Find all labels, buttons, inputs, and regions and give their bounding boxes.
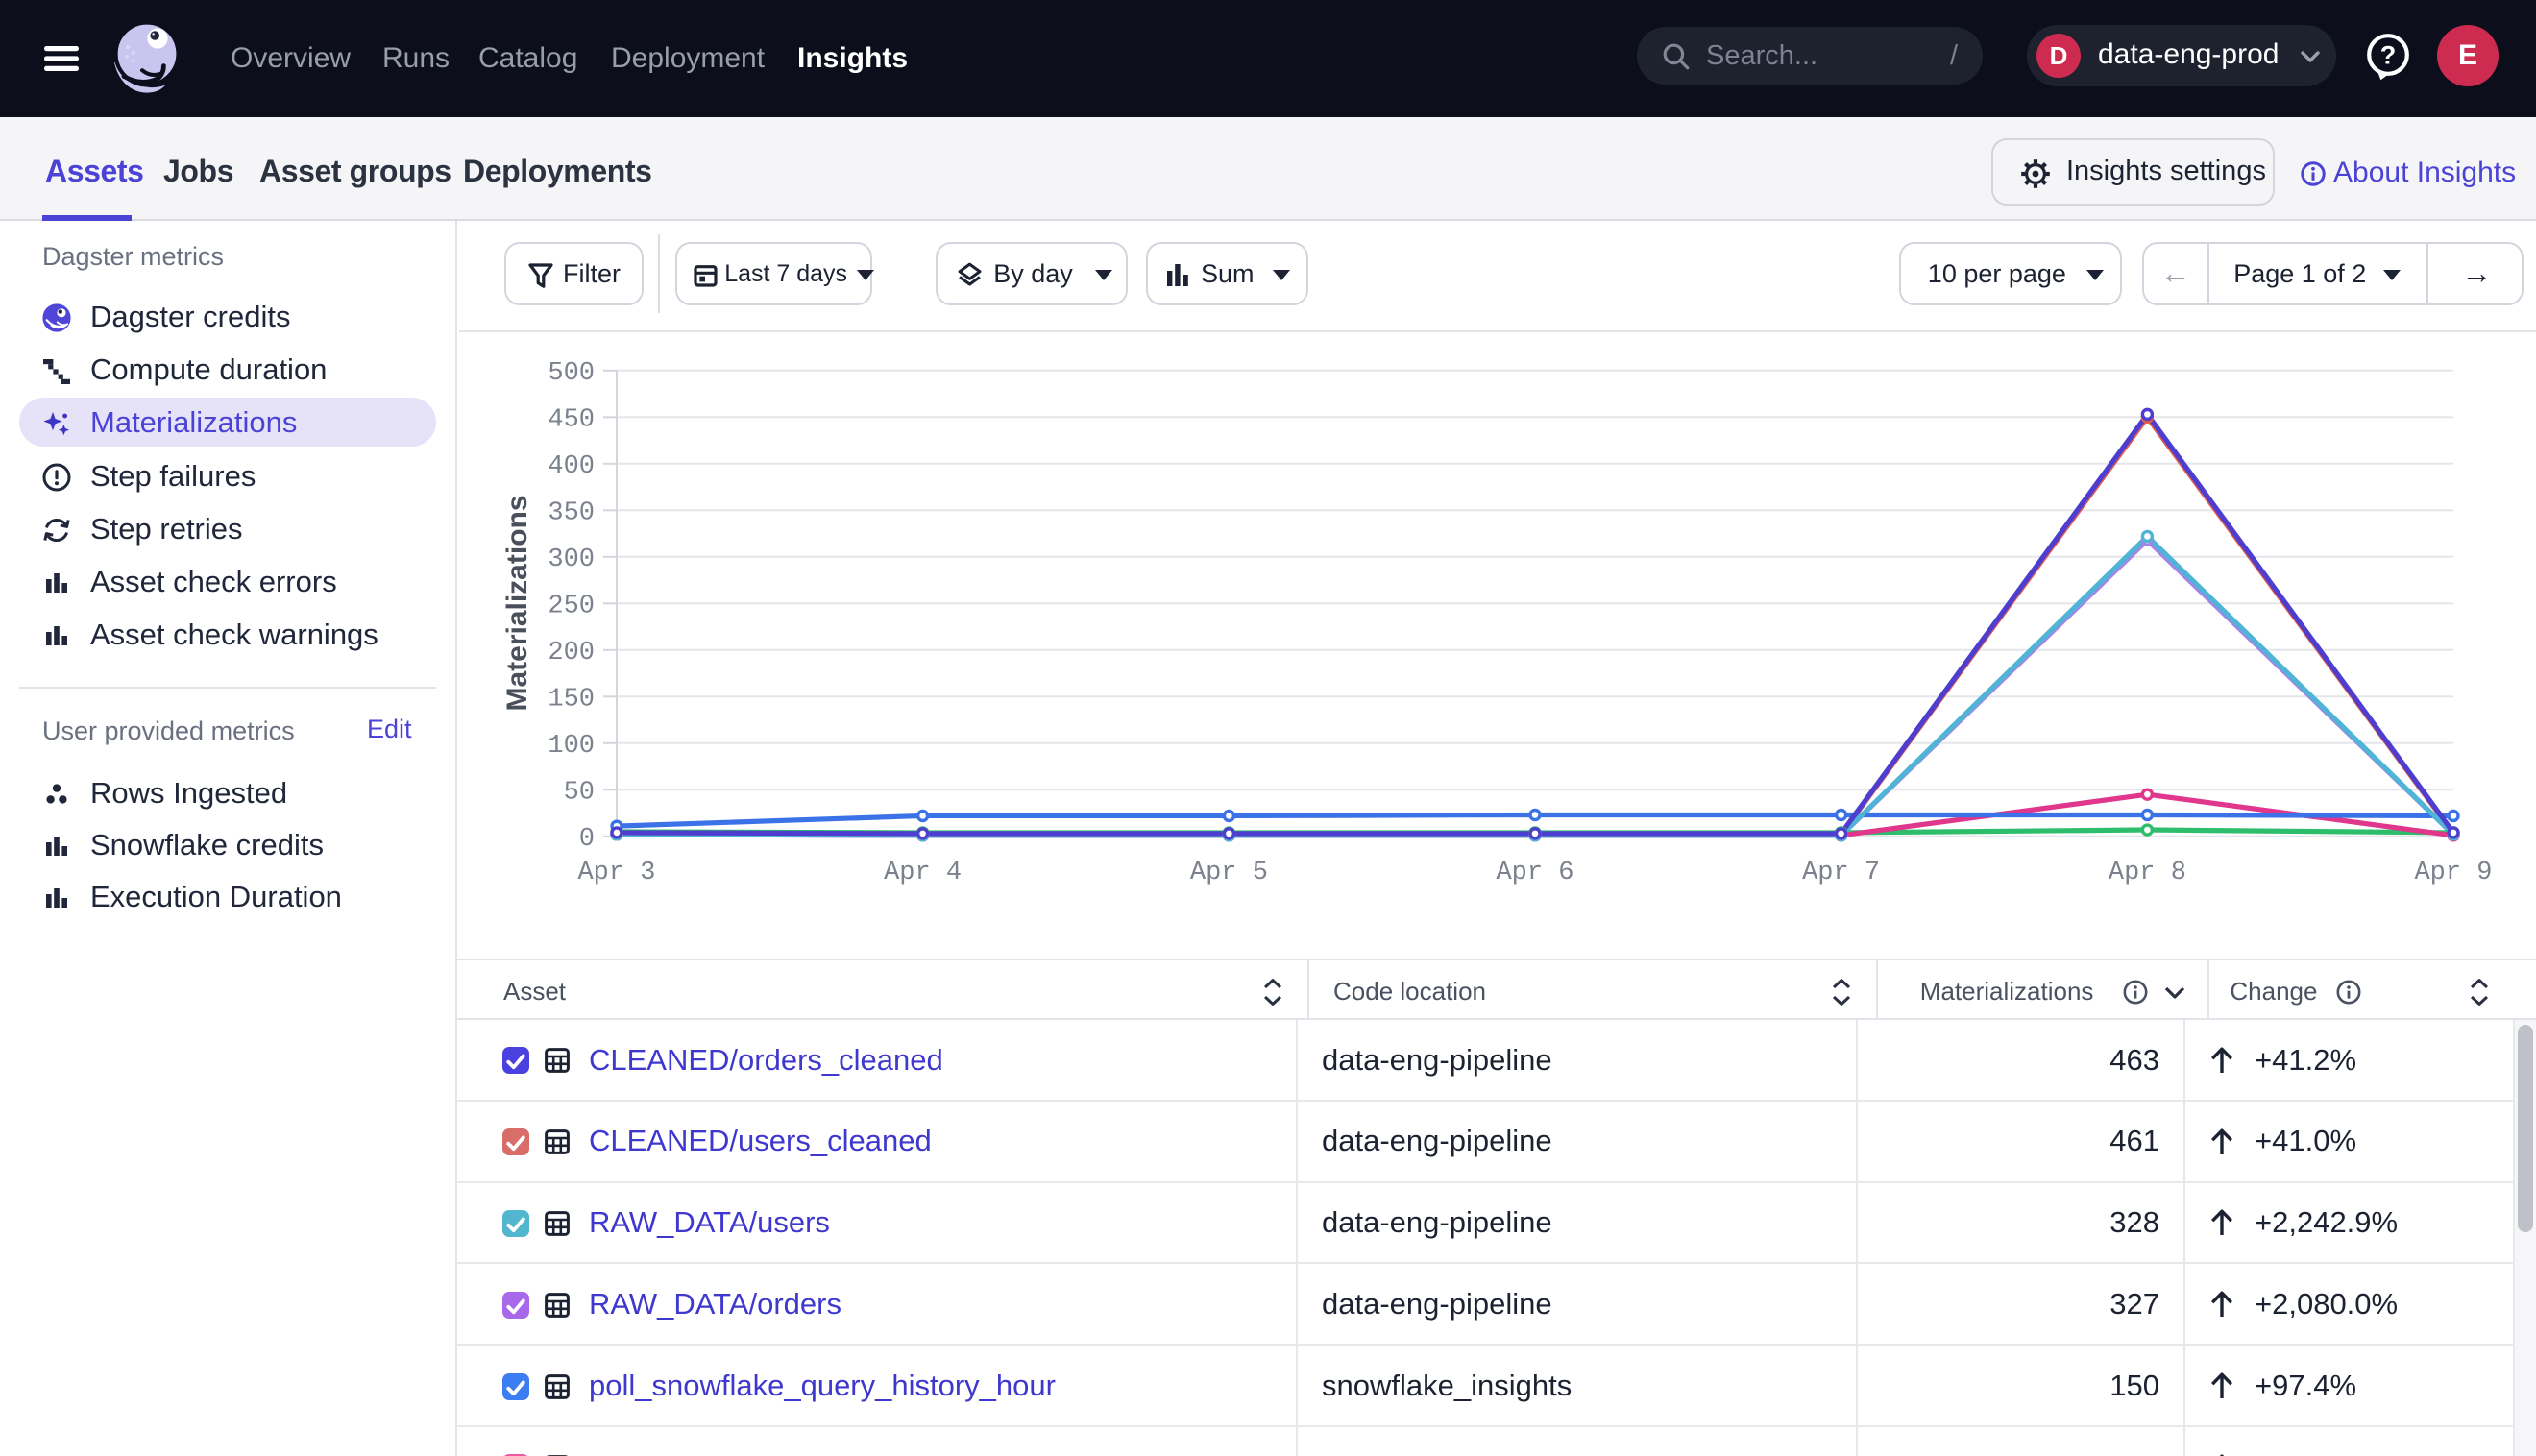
svg-text:?: ?: [2380, 41, 2397, 70]
svg-text:Apr 3: Apr 3: [577, 859, 655, 887]
svg-text:150: 150: [548, 685, 595, 714]
svg-text:Apr 9: Apr 9: [2414, 859, 2492, 887]
svg-text:200: 200: [548, 639, 595, 667]
svg-text:Apr 7: Apr 7: [1802, 859, 1880, 887]
svg-text:250: 250: [548, 592, 595, 620]
svg-text:Apr 5: Apr 5: [1190, 859, 1268, 887]
svg-text:0: 0: [579, 825, 595, 854]
svg-text:50: 50: [564, 778, 595, 807]
svg-text:350: 350: [548, 498, 595, 527]
svg-text:100: 100: [548, 732, 595, 761]
svg-text:450: 450: [548, 405, 595, 434]
svg-text:Apr 4: Apr 4: [884, 859, 962, 887]
svg-text:300: 300: [548, 546, 595, 574]
svg-text:Materializations: Materializations: [501, 495, 533, 711]
svg-text:500: 500: [548, 359, 595, 388]
svg-text:Apr 6: Apr 6: [1496, 859, 1573, 887]
svg-text:400: 400: [548, 452, 595, 481]
svg-text:Apr 8: Apr 8: [2109, 859, 2186, 887]
